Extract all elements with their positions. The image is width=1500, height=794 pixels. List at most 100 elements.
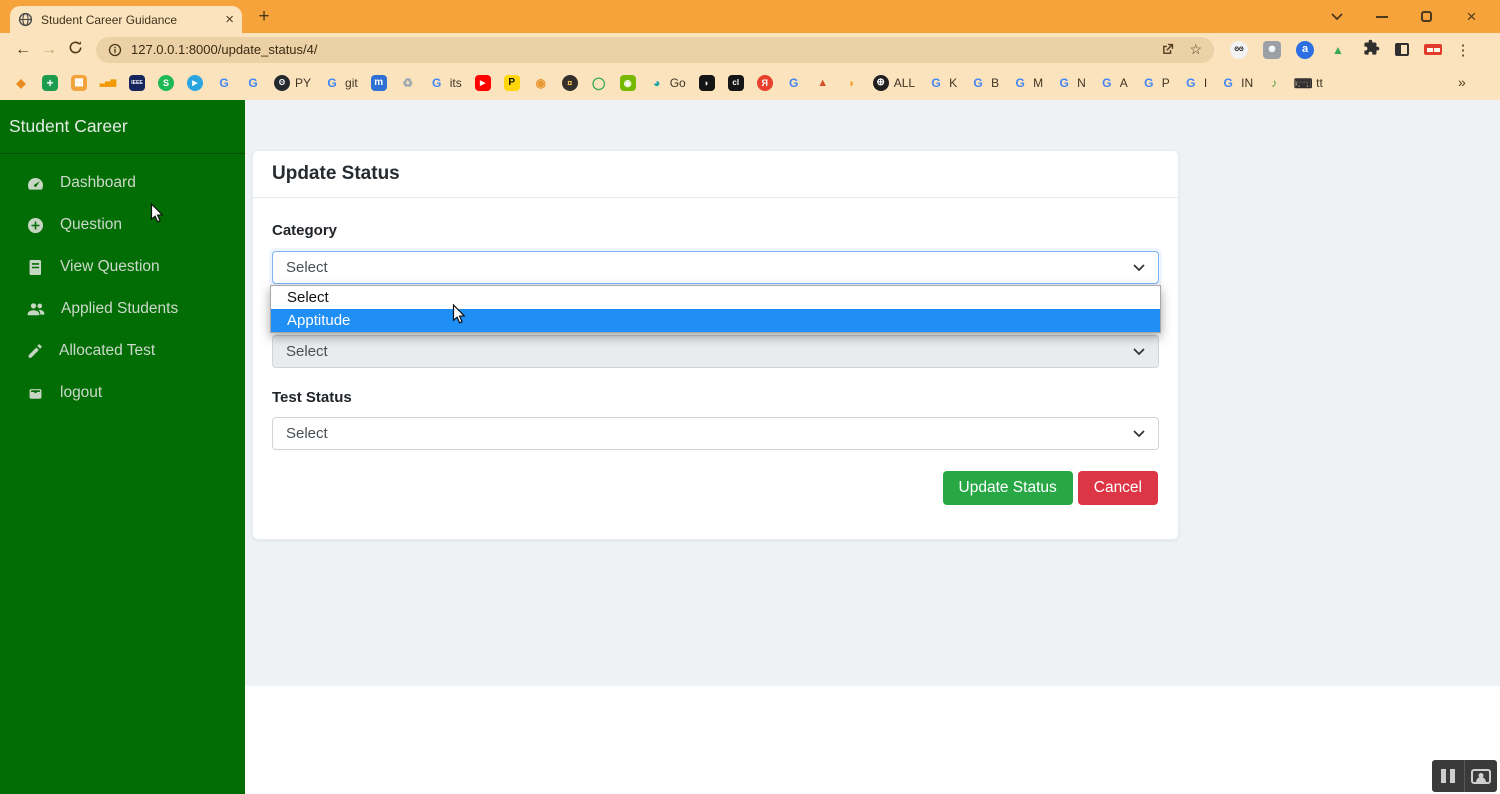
peaks-chart-icon[interactable]: ▲ xyxy=(1329,41,1347,59)
new-tab-button[interactable]: + xyxy=(252,5,276,29)
bookmark-item[interactable]: G B xyxy=(970,75,999,91)
browser-tab[interactable]: Student Career Guidance × xyxy=(10,6,242,33)
ring-green-icon: ◯ xyxy=(591,75,607,91)
test-status-select[interactable]: Select xyxy=(272,417,1159,450)
bookmark-item[interactable]: G xyxy=(786,75,802,91)
bookmark-item[interactable]: G P xyxy=(1141,75,1170,91)
bookmarks-overflow-icon[interactable]: » xyxy=(1458,74,1466,90)
bookmark-item[interactable]: ♪ xyxy=(1266,75,1282,91)
users-icon xyxy=(26,299,46,319)
puzzle-extensions-icon[interactable] xyxy=(1363,39,1380,61)
tab-search-chevron-icon[interactable] xyxy=(1314,0,1359,33)
bookmark-item[interactable]: ⌨ tt xyxy=(1295,75,1323,91)
google-g-icon: G xyxy=(429,75,445,91)
google-g-icon: G xyxy=(970,75,986,91)
bookmark-item[interactable]: ◉ xyxy=(533,75,549,91)
maximize-button[interactable] xyxy=(1404,0,1449,33)
red-badge-extension-icon[interactable] xyxy=(1424,44,1442,55)
url-text[interactable]: 127.0.0.1:8000/update_status/4/ xyxy=(131,42,1146,57)
reload-icon[interactable] xyxy=(62,40,88,60)
bookmark-item[interactable]: m xyxy=(371,75,387,91)
bookmark-item[interactable]: ▲ xyxy=(815,75,831,91)
tab-close-icon[interactable]: × xyxy=(225,12,234,27)
panda-icon[interactable]: ʘʘ xyxy=(1230,41,1248,59)
bookmark-item[interactable]: IEEE xyxy=(129,75,145,91)
second-select-disabled[interactable]: Select xyxy=(272,335,1159,368)
sidebar-item-logout[interactable]: logout xyxy=(0,372,245,414)
bookmark-item[interactable]: G A xyxy=(1099,75,1128,91)
card-title: Update Status xyxy=(253,151,1178,198)
bookmark-item[interactable]: ¤ xyxy=(562,75,578,91)
analytics-bars-icon: ▃▅▇ xyxy=(100,75,116,91)
bookmark-item[interactable]: ʘ PY xyxy=(274,75,311,91)
category-select-value: Select xyxy=(286,259,328,276)
sidebar-item-view-question[interactable]: View Question xyxy=(0,246,245,288)
bookmark-item[interactable]: ▦ xyxy=(71,75,87,91)
sidebar-nav: Dashboard Question View Question Applied… xyxy=(0,154,245,414)
sidebar-item-applied-students[interactable]: Applied Students xyxy=(0,288,245,330)
a-blue-icon[interactable]: a xyxy=(1296,41,1314,59)
bookmark-item[interactable]: G N xyxy=(1056,75,1086,91)
google-g-icon: G xyxy=(786,75,802,91)
pause-icon xyxy=(1441,769,1455,783)
bookmark-item[interactable]: G K xyxy=(928,75,957,91)
sidebar-item-dashboard[interactable]: Dashboard xyxy=(0,162,245,204)
bookmark-item[interactable]: ◕ Go xyxy=(649,75,686,91)
sidebar-item-question[interactable]: Question xyxy=(0,204,245,246)
chevron-down-icon xyxy=(1133,264,1145,272)
bookmark-item[interactable]: ⊕ ALL xyxy=(873,75,915,91)
person-gray-icon[interactable]: ☻ xyxy=(1263,41,1281,59)
category-select[interactable]: Select xyxy=(272,251,1159,284)
test-status-select-value: Select xyxy=(286,425,328,442)
bookmark-item[interactable]: ◆ xyxy=(13,75,29,91)
bookmark-item[interactable]: G xyxy=(216,75,232,91)
google-g-icon: G xyxy=(1099,75,1115,91)
bookmark-item[interactable]: G git xyxy=(324,75,358,91)
bookmark-item[interactable]: ◗ xyxy=(844,75,860,91)
google-g-icon: G xyxy=(1056,75,1072,91)
bookmark-item[interactable]: S xyxy=(158,75,174,91)
back-icon[interactable]: ← xyxy=(10,41,36,59)
bookmark-item[interactable]: ◯ xyxy=(591,75,607,91)
diamond-logo-icon: ◆ xyxy=(13,75,29,91)
minimize-button[interactable] xyxy=(1359,0,1404,33)
bookmark-item[interactable]: ♻ xyxy=(400,75,416,91)
bookmark-item[interactable]: G its xyxy=(429,75,462,91)
nvidia-icon: ◉ xyxy=(620,75,636,91)
share-icon[interactable] xyxy=(1160,42,1175,57)
side-panel-icon[interactable] xyxy=(1395,43,1409,56)
window-controls: × xyxy=(1314,0,1494,33)
tab-title: Student Career Guidance xyxy=(41,13,217,27)
sidebar-item-allocated-test[interactable]: Allocated Test xyxy=(0,330,245,372)
speaker-icon: ♪ xyxy=(1266,75,1282,91)
site-info-icon[interactable] xyxy=(108,43,122,57)
telegram-icon: ▶ xyxy=(187,75,203,91)
bookmark-item[interactable]: + xyxy=(42,75,58,91)
camera-preview-button[interactable] xyxy=(1464,760,1496,792)
close-button[interactable]: × xyxy=(1449,0,1494,33)
bookmark-item[interactable]: G I xyxy=(1183,75,1207,91)
pause-button[interactable] xyxy=(1432,760,1464,792)
extensions-static xyxy=(1363,39,1442,61)
browser-menu-icon[interactable]: ⋮ xyxy=(1454,41,1472,59)
update-status-button[interactable]: Update Status xyxy=(943,471,1073,505)
bookmark-item[interactable]: G M xyxy=(1012,75,1043,91)
dropdown-option-highlighted[interactable]: Apptitude xyxy=(271,309,1160,332)
address-bar[interactable]: 127.0.0.1:8000/update_status/4/ ☆ xyxy=(96,37,1214,63)
cancel-button[interactable]: Cancel xyxy=(1078,471,1158,505)
book-icon xyxy=(26,258,45,277)
bookmark-item[interactable]: cl xyxy=(728,75,744,91)
bookmark-item[interactable]: P xyxy=(504,75,520,91)
dropdown-option[interactable]: Select xyxy=(271,286,1160,309)
bookmark-item[interactable]: ◗ xyxy=(699,75,715,91)
forward-icon[interactable]: → xyxy=(36,41,62,59)
bookmark-item[interactable]: G xyxy=(245,75,261,91)
bookmark-item[interactable]: ◉ xyxy=(620,75,636,91)
bookmark-item[interactable]: ▶ xyxy=(475,75,491,91)
bookmark-item[interactable]: ▶ xyxy=(187,75,203,91)
google-g-icon: G xyxy=(928,75,944,91)
bookmark-item[interactable]: ▃▅▇ xyxy=(100,75,116,91)
bookmark-star-icon[interactable]: ☆ xyxy=(1189,41,1202,58)
bookmark-item[interactable]: G IN xyxy=(1220,75,1253,91)
bookmark-item[interactable]: Я xyxy=(757,75,773,91)
